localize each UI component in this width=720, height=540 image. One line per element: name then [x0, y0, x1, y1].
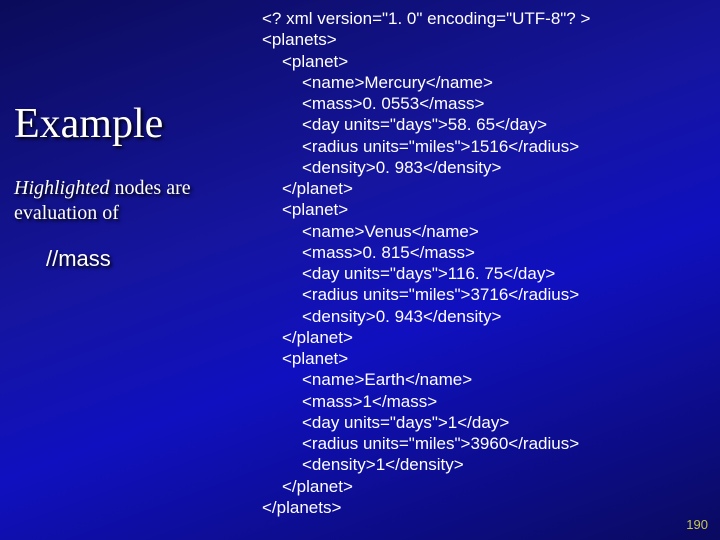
page-title: Example	[14, 100, 244, 148]
subtitle-italic: Highlighted	[14, 177, 110, 199]
subtitle: Highlighted nodes are evaluation of	[14, 176, 244, 226]
xml-declaration: <? xml version="1. 0" encoding="UTF-8"? …	[262, 8, 590, 29]
planet2-day: <day units="days">116. 75</day>	[302, 263, 590, 284]
planet2-mass: <mass>0. 815</mass>	[302, 242, 590, 263]
planet3-mass: <mass>1</mass>	[302, 391, 590, 412]
page-number: 190	[686, 517, 708, 532]
planet2-name: <name>Venus</name>	[302, 221, 590, 242]
planet1-day: <day units="days">58. 65</day>	[302, 114, 590, 135]
planet-close: </planet>	[282, 327, 590, 348]
planet3-radius: <radius units="miles">3960</radius>	[302, 433, 590, 454]
xpath-expression: //mass	[46, 246, 244, 272]
planet-open: <planet>	[282, 199, 590, 220]
planet-close: </planet>	[282, 178, 590, 199]
planet1-density: <density>0. 983</density>	[302, 157, 590, 178]
planet2-density: <density>0. 943</density>	[302, 306, 590, 327]
planets-close: </planets>	[262, 497, 590, 518]
xml-code-block: <? xml version="1. 0" encoding="UTF-8"? …	[262, 8, 590, 518]
planet3-density: <density>1</density>	[302, 454, 590, 475]
planet2-radius: <radius units="miles">3716</radius>	[302, 284, 590, 305]
slide: Example Highlighted nodes are evaluation…	[0, 0, 720, 540]
planet-open: <planet>	[282, 348, 590, 369]
planets-open: <planets>	[262, 29, 590, 50]
planet1-radius: <radius units="miles">1516</radius>	[302, 136, 590, 157]
planet-close: </planet>	[282, 476, 590, 497]
planet1-name: <name>Mercury</name>	[302, 72, 590, 93]
planet3-name: <name>Earth</name>	[302, 369, 590, 390]
left-column: Example Highlighted nodes are evaluation…	[14, 100, 244, 272]
planet3-day: <day units="days">1</day>	[302, 412, 590, 433]
planet1-mass: <mass>0. 0553</mass>	[302, 93, 590, 114]
planet-open: <planet>	[282, 51, 590, 72]
